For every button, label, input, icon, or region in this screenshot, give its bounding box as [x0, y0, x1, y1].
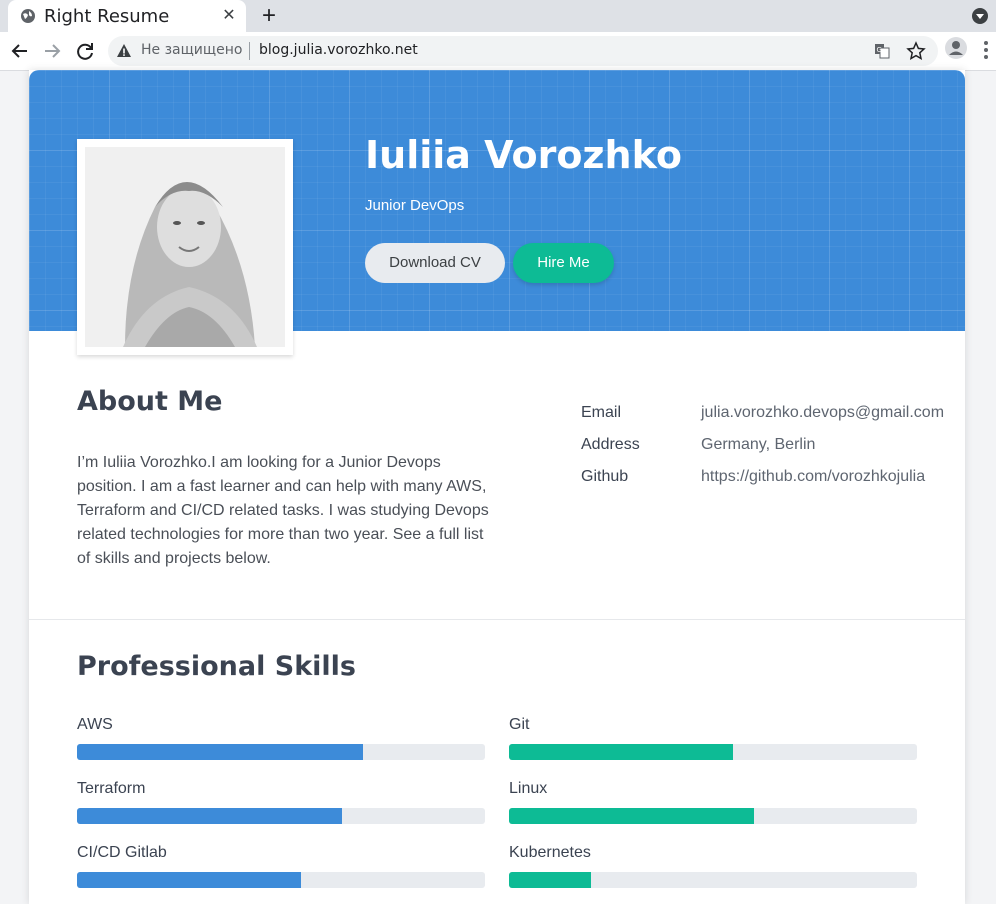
- about-title: About Me: [77, 386, 223, 417]
- star-icon[interactable]: [906, 41, 926, 61]
- browser-toolbar: Не защищено blog.julia.vorozhko.net G: [0, 32, 996, 71]
- skill-item: AWS: [77, 716, 485, 760]
- profile-name: Iuliia Vorozhko: [365, 133, 682, 177]
- skill-bar-fill: [509, 744, 734, 760]
- skill-bar-track: [509, 872, 917, 888]
- security-status[interactable]: Не защищено: [141, 42, 242, 58]
- detail-label: Github: [581, 468, 629, 485]
- browser-tab[interactable]: Right Resume ✕: [8, 0, 246, 32]
- skill-bar-fill: [77, 808, 343, 824]
- resume-card: Iuliia Vorozhko Junior DevOps Download C…: [29, 70, 965, 904]
- profile-photo: [85, 147, 285, 347]
- skill-name: Git: [509, 716, 530, 733]
- warning-icon[interactable]: [116, 43, 132, 59]
- back-icon[interactable]: [6, 37, 34, 65]
- download-cv-button[interactable]: Download CV: [365, 243, 505, 283]
- skill-item: Terraform: [77, 780, 485, 824]
- forward-icon[interactable]: [38, 37, 66, 65]
- detail-label: Address: [581, 436, 640, 453]
- profile-role: Junior DevOps: [365, 197, 465, 214]
- translate-icon[interactable]: G: [874, 43, 890, 59]
- skill-name: Terraform: [77, 780, 146, 797]
- tab-strip: Right Resume ✕ +: [0, 0, 996, 32]
- address-bar[interactable]: Не защищено blog.julia.vorozhko.net G: [108, 36, 938, 66]
- skill-bar-track: [77, 872, 485, 888]
- url-text[interactable]: blog.julia.vorozhko.net: [259, 42, 418, 58]
- github-link[interactable]: https://github.com/vorozhkojulia: [701, 468, 925, 486]
- close-icon[interactable]: ✕: [220, 7, 238, 25]
- svg-text:G: G: [877, 46, 882, 54]
- skill-bar-fill: [509, 872, 591, 888]
- hire-me-button[interactable]: Hire Me: [513, 243, 614, 283]
- menu-icon[interactable]: [984, 40, 988, 60]
- skills-title: Professional Skills: [77, 651, 356, 682]
- skill-item: Kubernetes: [509, 844, 917, 888]
- skill-bar-track: [77, 744, 485, 760]
- detail-label: Email: [581, 404, 622, 421]
- skill-name: Kubernetes: [509, 844, 591, 861]
- skill-bar-track: [509, 744, 917, 760]
- skill-name: AWS: [77, 716, 113, 733]
- email-value[interactable]: julia.vorozhko.devops@gmail.com: [701, 404, 944, 422]
- about-text: I’m Iuliia Vorozhko.I am looking for a J…: [77, 454, 489, 567]
- skill-item: CI/CD Gitlab: [77, 844, 485, 888]
- skill-bar-fill: [77, 744, 363, 760]
- section-divider: [29, 619, 965, 620]
- skill-name: Linux: [509, 780, 548, 797]
- address-value: Germany, Berlin: [701, 436, 816, 453]
- skill-item: Git: [509, 716, 917, 760]
- plus-icon[interactable]: +: [256, 3, 282, 29]
- reload-icon[interactable]: [71, 37, 99, 65]
- skill-bar-fill: [77, 872, 302, 888]
- skill-bar-track: [509, 808, 917, 824]
- globe-icon: [21, 9, 35, 23]
- skill-name: CI/CD Gitlab: [77, 844, 167, 861]
- tab-search-icon[interactable]: [972, 8, 988, 24]
- profile-photo-frame: [77, 139, 293, 355]
- skill-item: Linux: [509, 780, 917, 824]
- skill-bar-track: [77, 808, 485, 824]
- profile-icon[interactable]: [945, 37, 967, 59]
- skill-bar-fill: [509, 808, 754, 824]
- divider: [249, 42, 250, 60]
- tab-title: Right Resume: [44, 6, 170, 27]
